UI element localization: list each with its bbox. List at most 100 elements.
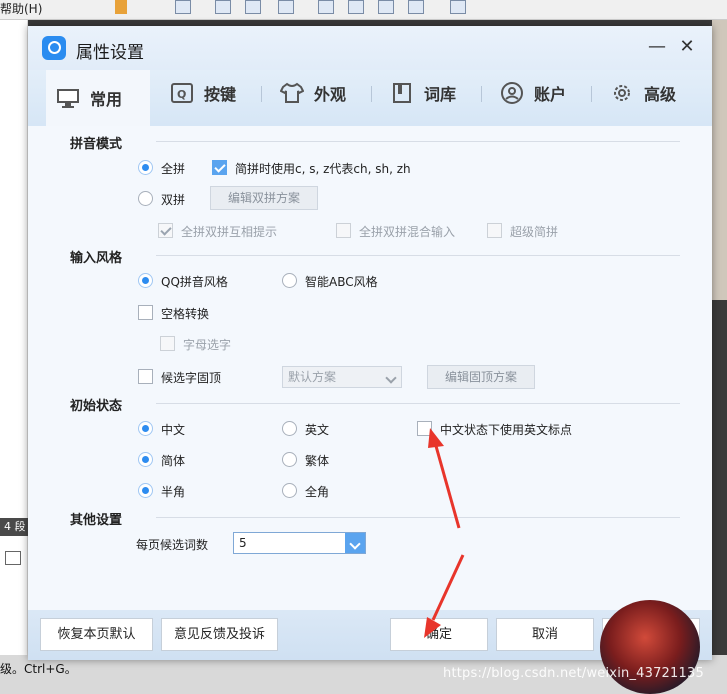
checkbox-mixed-input-label[interactable]: 全拼双拼混合输入 xyxy=(359,223,455,240)
section-divider xyxy=(156,141,680,142)
background-right-panel xyxy=(712,20,727,300)
toolbar-icon[interactable] xyxy=(175,0,191,14)
radio-traditional[interactable] xyxy=(282,452,297,467)
radio-double-pinyin[interactable] xyxy=(138,191,153,206)
checkbox-super-abbr-label[interactable]: 超级简拼 xyxy=(510,223,558,240)
section-divider xyxy=(156,255,680,256)
radio-full-width[interactable] xyxy=(282,483,297,498)
radio-simplified[interactable] xyxy=(138,452,153,467)
radio-half-width[interactable] xyxy=(138,483,153,498)
tab-label: 账户 xyxy=(534,85,567,104)
radio-english-label[interactable]: 英文 xyxy=(305,421,329,438)
radio-qq-style[interactable] xyxy=(138,273,153,288)
radio-full-width-label[interactable]: 全角 xyxy=(305,483,329,500)
background-left-panel xyxy=(0,20,28,694)
background-toolbar: 帮助(H) xyxy=(0,0,727,20)
radio-double-pinyin-label[interactable]: 双拼 xyxy=(161,191,185,208)
toolbar-icon[interactable] xyxy=(450,0,466,14)
edit-fix-top-button[interactable]: 编辑固顶方案 xyxy=(427,365,535,389)
toolbar-icon[interactable] xyxy=(245,0,261,14)
tab-separator xyxy=(591,86,592,102)
checkbox-english-punctuation[interactable] xyxy=(417,421,432,436)
radio-full-pinyin[interactable] xyxy=(138,160,153,175)
svg-text:Q: Q xyxy=(177,88,186,101)
user-icon xyxy=(500,82,524,104)
tab-keys[interactable]: Q 按键 xyxy=(160,70,260,116)
monitor-icon xyxy=(56,87,80,109)
radio-traditional-label[interactable]: 繁体 xyxy=(305,452,329,469)
toolbar-icon[interactable] xyxy=(408,0,424,14)
radio-abc-style-label[interactable]: 智能ABC风格 xyxy=(305,273,378,290)
qq-pinyin-logo-icon xyxy=(42,36,66,60)
checkbox-super-abbr[interactable] xyxy=(487,223,502,238)
checkbox-mutual-hint[interactable] xyxy=(158,223,173,238)
edit-double-pinyin-button[interactable]: 编辑双拼方案 xyxy=(210,186,318,210)
checkbox-space-convert-label[interactable]: 空格转换 xyxy=(161,305,209,322)
toolbar-icon[interactable] xyxy=(278,0,294,14)
image-icon[interactable] xyxy=(5,551,21,565)
section-title-other: 其他设置 xyxy=(70,513,123,528)
radio-half-width-label[interactable]: 半角 xyxy=(161,483,185,500)
checkbox-letter-select[interactable] xyxy=(160,336,175,351)
checkbox-english-punctuation-label[interactable]: 中文状态下使用英文标点 xyxy=(440,421,572,438)
feedback-button[interactable]: 意见反馈及投诉 xyxy=(161,618,278,651)
tab-label: 常用 xyxy=(90,90,123,109)
fix-top-scheme-select[interactable]: 默认方案 xyxy=(282,366,402,388)
section-divider xyxy=(156,403,680,404)
candidates-per-page-select[interactable]: 5 xyxy=(233,532,366,554)
toolbar-icon[interactable] xyxy=(318,0,334,14)
radio-chinese[interactable] xyxy=(138,421,153,436)
watermark-text: https://blog.csdn.net/weixin_43721135 xyxy=(443,666,704,681)
section-divider xyxy=(156,517,680,518)
checkbox-fix-top-label[interactable]: 候选字固顶 xyxy=(161,369,221,386)
tab-label: 外观 xyxy=(314,85,347,104)
section-title-pinyin-mode: 拼音模式 xyxy=(70,137,123,152)
settings-content: 拼音模式 全拼 简拼时使用c, s, z代表ch, sh, zh 双拼 编辑双拼… xyxy=(28,126,712,610)
settings-dialog: 属性设置 — ✕ 常用 Q 按键 外观 词库 账户 高级 拼音模式 全拼 简拼时… xyxy=(28,26,712,660)
radio-chinese-label[interactable]: 中文 xyxy=(161,421,185,438)
pause-icon[interactable] xyxy=(115,0,127,14)
tab-separator xyxy=(261,86,262,102)
checkbox-abbr-chshzh-label[interactable]: 简拼时使用c, s, z代表ch, sh, zh xyxy=(235,160,411,177)
key-icon: Q xyxy=(170,82,194,104)
toolbar-icon[interactable] xyxy=(378,0,394,14)
checkbox-fix-top[interactable] xyxy=(138,369,153,384)
close-button[interactable]: ✕ xyxy=(676,36,698,58)
checkbox-abbr-chshzh[interactable] xyxy=(212,160,227,175)
cancel-button[interactable]: 取消 xyxy=(496,618,594,651)
tab-general[interactable]: 常用 xyxy=(46,70,150,126)
tab-appearance[interactable]: 外观 xyxy=(270,70,370,116)
tab-advanced[interactable]: 高级 xyxy=(600,70,700,116)
tshirt-icon xyxy=(279,82,305,104)
restore-defaults-button[interactable]: 恢复本页默认 xyxy=(40,618,153,651)
checkbox-letter-select-label[interactable]: 字母选字 xyxy=(183,336,231,353)
ok-button[interactable]: 确定 xyxy=(390,618,488,651)
dialog-title: 属性设置 xyxy=(76,43,144,63)
checkbox-mixed-input[interactable] xyxy=(336,223,351,238)
tab-label: 按键 xyxy=(204,85,237,104)
tab-label: 高级 xyxy=(644,85,677,104)
checkbox-mutual-hint-label[interactable]: 全拼双拼互相提示 xyxy=(181,223,277,240)
candidates-per-page-label: 每页候选词数 xyxy=(136,538,209,552)
radio-simplified-label[interactable]: 简体 xyxy=(161,452,185,469)
section-title-input-style: 输入风格 xyxy=(70,251,123,266)
radio-english[interactable] xyxy=(282,421,297,436)
tab-label: 词库 xyxy=(424,85,457,104)
tab-account[interactable]: 账户 xyxy=(490,70,590,116)
background-bottom-text: 级。Ctrl+G。 xyxy=(0,662,77,676)
minimize-button[interactable]: — xyxy=(646,36,668,58)
radio-abc-style[interactable] xyxy=(282,273,297,288)
toolbar-icon[interactable] xyxy=(348,0,364,14)
toolbar-icon[interactable] xyxy=(215,0,231,14)
radio-qq-style-label[interactable]: QQ拼音风格 xyxy=(161,273,228,290)
tab-separator xyxy=(481,86,482,102)
radio-full-pinyin-label[interactable]: 全拼 xyxy=(161,160,185,177)
book-icon xyxy=(390,82,414,104)
tab-dictionary[interactable]: 词库 xyxy=(380,70,480,116)
background-menu-help[interactable]: 帮助(H) xyxy=(0,0,42,17)
chevron-down-icon xyxy=(381,367,401,387)
checkbox-space-convert[interactable] xyxy=(138,305,153,320)
dialog-titlebar[interactable]: 属性设置 — ✕ xyxy=(28,26,712,70)
section-title-initial-state: 初始状态 xyxy=(70,399,123,414)
tab-bar: 常用 Q 按键 外观 词库 账户 高级 xyxy=(28,70,712,126)
